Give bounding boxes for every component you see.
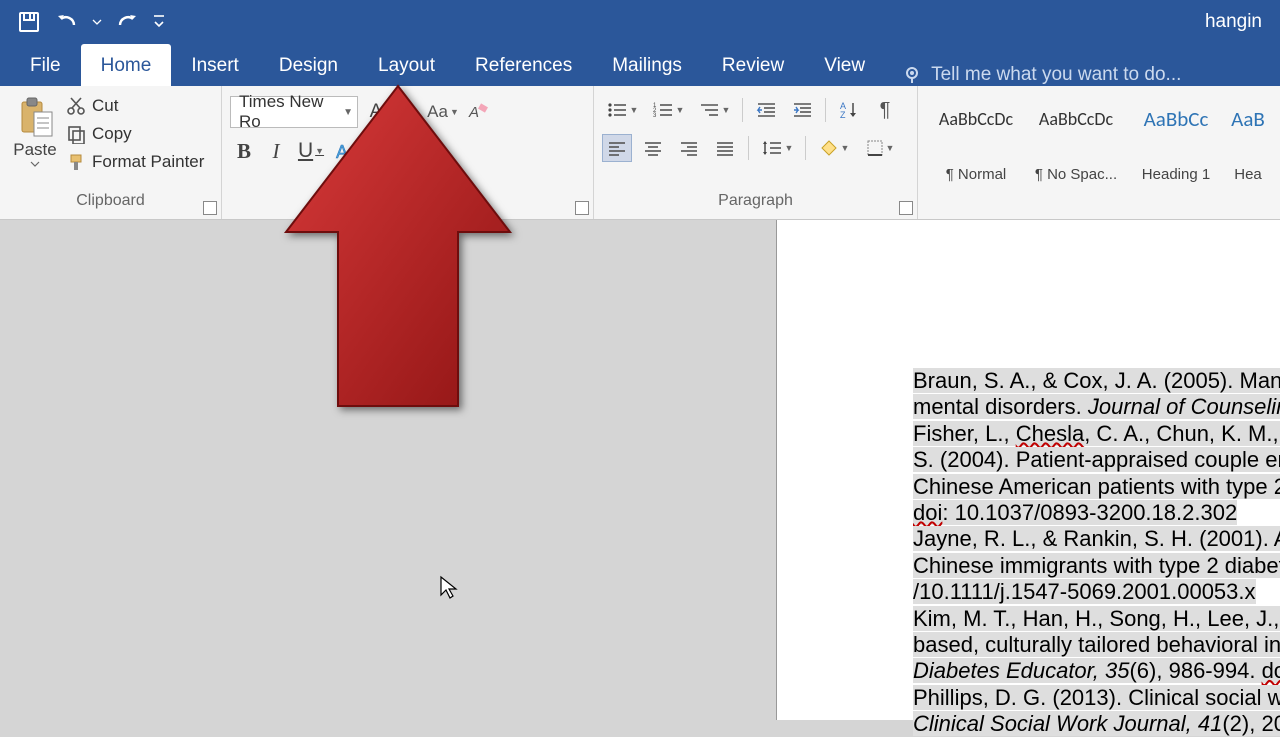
undo-dropdown-icon[interactable] — [88, 5, 106, 39]
style-no-spacing[interactable]: AaBbCcDc ¶ No Spac... — [1026, 96, 1126, 188]
clipboard-group-label: Clipboard — [8, 188, 213, 212]
style-label: Hea — [1234, 166, 1262, 183]
undo-icon[interactable] — [50, 5, 84, 39]
tab-layout[interactable]: Layout — [358, 44, 455, 86]
tab-review[interactable]: Review — [702, 44, 804, 86]
tell-me-search[interactable]: Tell me what you want to do... — [885, 64, 1181, 86]
style-preview: AaBbCc — [1144, 101, 1209, 137]
style-preview: AaB — [1231, 101, 1265, 137]
font-name-select[interactable]: Times New Ro ▼ — [230, 96, 358, 128]
cut-label: Cut — [92, 96, 118, 116]
copy-label: Copy — [92, 124, 132, 144]
tab-insert[interactable]: Insert — [171, 44, 259, 86]
svg-text:A: A — [468, 104, 479, 121]
style-preview: AaBbCcDc — [939, 101, 1013, 137]
tab-view[interactable]: View — [804, 44, 885, 86]
align-center-button[interactable] — [638, 134, 668, 162]
grow-font-button[interactable]: A▲ — [362, 97, 390, 127]
highlight-swatch-icon — [374, 158, 394, 164]
font-name-value: Times New Ro — [239, 92, 349, 132]
sort-button[interactable]: AZ — [834, 96, 864, 124]
paste-button[interactable]: Paste — [8, 92, 62, 168]
shading-button[interactable]: ▼ — [814, 134, 854, 162]
format-painter-label: Format Painter — [92, 152, 204, 172]
shrink-font-button[interactable]: A▼ — [394, 97, 422, 127]
document-body[interactable]: Braun, S. A., & Cox, J. A. (2005). Mana … — [913, 368, 1280, 737]
cut-button[interactable]: Cut — [62, 94, 208, 118]
style-preview: AaBbCcDc — [1039, 101, 1113, 137]
tell-me-placeholder: Tell me what you want to do... — [931, 64, 1181, 86]
style-heading1[interactable]: AaBbCc Heading 1 — [1126, 96, 1226, 188]
tab-mailings[interactable]: Mailings — [592, 44, 702, 86]
format-painter-button[interactable]: Format Painter — [62, 150, 208, 174]
font-dialog-launcher-icon[interactable] — [575, 201, 589, 215]
svg-text:A: A — [336, 142, 348, 162]
bullets-button[interactable]: ▼ — [602, 96, 642, 124]
style-heading2[interactable]: AaB Hea — [1226, 96, 1270, 188]
document-title: hangin — [1205, 11, 1268, 33]
style-label: ¶ Normal — [946, 166, 1007, 183]
document-page[interactable]: Braun, S. A., & Cox, J. A. (2005). Mana … — [776, 220, 1280, 720]
style-label: Heading 1 — [1142, 166, 1210, 183]
bold-button[interactable]: B — [230, 136, 258, 166]
style-label: ¶ No Spac... — [1035, 166, 1117, 183]
paragraph-group-label: Paragraph — [602, 188, 909, 212]
tab-home[interactable]: Home — [81, 44, 172, 86]
show-marks-button[interactable]: ¶ — [870, 96, 900, 124]
copy-button[interactable]: Copy — [62, 122, 208, 146]
increase-indent-button[interactable] — [787, 96, 817, 124]
change-case-button[interactable]: Aa▼ — [426, 97, 460, 127]
align-right-button[interactable] — [674, 134, 704, 162]
svg-text:3: 3 — [653, 113, 657, 119]
paste-label: Paste — [13, 138, 56, 160]
qat-customize-icon[interactable] — [148, 5, 170, 39]
numbering-button[interactable]: 123▼ — [648, 96, 688, 124]
tab-file[interactable]: File — [10, 44, 81, 86]
italic-button[interactable]: I — [262, 136, 290, 166]
font-color-swatch-icon — [412, 158, 432, 164]
underline-button[interactable]: U▼ — [294, 136, 328, 166]
highlight-button[interactable]: ab ▼ — [370, 136, 404, 166]
align-left-button[interactable] — [602, 134, 632, 162]
style-normal[interactable]: AaBbCcDc ¶ Normal — [926, 96, 1026, 188]
decrease-indent-button[interactable] — [751, 96, 781, 124]
save-icon[interactable] — [12, 5, 46, 39]
tab-references[interactable]: References — [455, 44, 592, 86]
line-spacing-button[interactable]: ▼ — [757, 134, 797, 162]
text-effects-button[interactable]: A▼ — [332, 136, 366, 166]
font-color-button[interactable]: A ▼ — [408, 136, 442, 166]
clipboard-dialog-launcher-icon[interactable] — [203, 201, 217, 215]
paragraph-dialog-launcher-icon[interactable] — [899, 201, 913, 215]
multilevel-list-button[interactable]: ▼ — [694, 96, 734, 124]
tab-design[interactable]: Design — [259, 44, 358, 86]
justify-button[interactable] — [710, 134, 740, 162]
clear-formatting-button[interactable]: A — [464, 97, 492, 127]
svg-text:Z: Z — [840, 110, 846, 120]
redo-icon[interactable] — [110, 5, 144, 39]
borders-button[interactable]: ▼ — [860, 134, 900, 162]
